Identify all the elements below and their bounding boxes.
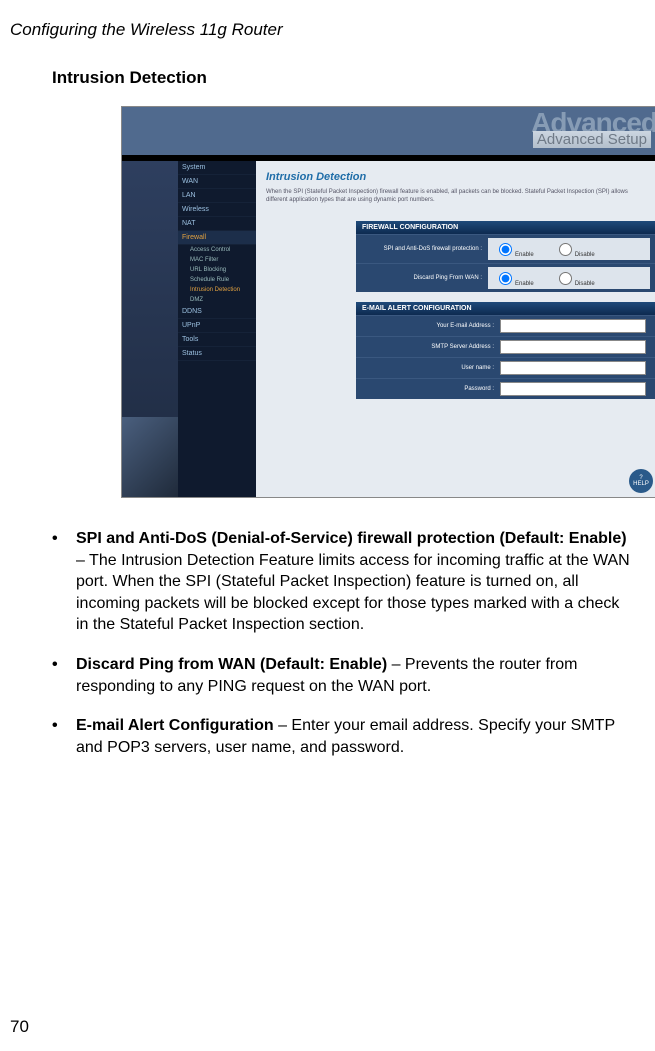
radio-icon[interactable] <box>559 243 572 256</box>
router-admin-screenshot: Advanced Advanced Setup System WAN LAN W… <box>121 106 655 498</box>
email-address-label: Your E-mail Address : <box>362 323 500 329</box>
radio-icon[interactable] <box>499 243 512 256</box>
email-address-input[interactable] <box>500 319 646 333</box>
sidebar-sub-access-control[interactable]: Access Control <box>178 245 256 255</box>
sidebar-sub-schedule-rule[interactable]: Schedule Rule <box>178 275 256 285</box>
sidebar-item-upnp[interactable]: UPnP <box>178 319 256 333</box>
spi-row: SPI and Anti-DoS firewall protection : E… <box>356 234 655 263</box>
username-row: User name : <box>356 357 655 378</box>
sidebar-item-status[interactable]: Status <box>178 347 256 361</box>
smtp-input[interactable] <box>500 340 646 354</box>
discard-ping-label: Discard Ping From WAN : <box>362 275 488 281</box>
bullet-3-bold: E-mail Alert Configuration <box>76 717 274 734</box>
bullet-icon: • <box>52 715 76 758</box>
spi-radio-group: Enable Disable <box>488 238 650 260</box>
ping-disable-radio[interactable]: Disable <box>554 269 595 287</box>
decorative-photo <box>122 417 178 497</box>
advanced-setup-label: Advanced Setup <box>533 131 651 148</box>
bullet-2-text: Discard Ping from WAN (Default: Enable) … <box>76 654 632 697</box>
sidebar-item-ddns[interactable]: DDNS <box>178 305 256 319</box>
email-config-header: E-MAIL ALERT CONFIGURATION <box>356 302 655 315</box>
sidebar-sub-mac-filter[interactable]: MAC Filter <box>178 255 256 265</box>
sidebar-sub-dmz[interactable]: DMZ <box>178 295 256 305</box>
sidebar-nav: System WAN LAN Wireless NAT Firewall Acc… <box>178 161 256 497</box>
email-address-row: Your E-mail Address : <box>356 315 655 336</box>
sidebar-sub-url-blocking[interactable]: URL Blocking <box>178 265 256 275</box>
radio-icon[interactable] <box>559 272 572 285</box>
bullet-2: • Discard Ping from WAN (Default: Enable… <box>52 654 632 697</box>
bullet-1-bold: SPI and Anti-DoS (Denial-of-Service) fir… <box>76 530 627 547</box>
spacer <box>266 292 647 302</box>
email-config-block: E-MAIL ALERT CONFIGURATION Your E-mail A… <box>356 302 655 399</box>
sidebar-item-nat[interactable]: NAT <box>178 217 256 231</box>
discard-ping-row: Discard Ping From WAN : Enable Disable <box>356 263 655 292</box>
bullet-1-rest: – The Intrusion Detection Feature limits… <box>76 552 630 634</box>
bullet-3-text: E-mail Alert Configuration – Enter your … <box>76 715 632 758</box>
document-page: Configuring the Wireless 11g Router Intr… <box>0 0 655 1051</box>
running-header: Configuring the Wireless 11g Router <box>10 20 645 40</box>
sidebar-item-lan[interactable]: LAN <box>178 189 256 203</box>
spi-disable-radio[interactable]: Disable <box>554 240 595 258</box>
section-heading: Intrusion Detection <box>52 68 645 88</box>
password-input[interactable] <box>500 382 646 396</box>
sidebar-item-system[interactable]: System <box>178 161 256 175</box>
screenshot-banner: Advanced Advanced Setup <box>122 107 655 155</box>
page-number: 70 <box>10 1017 29 1037</box>
bullet-icon: • <box>52 528 76 636</box>
bullet-icon: • <box>52 654 76 697</box>
bullet-2-bold: Discard Ping from WAN (Default: Enable) <box>76 656 387 673</box>
password-row: Password : <box>356 378 655 399</box>
sidebar-item-firewall[interactable]: Firewall <box>178 231 256 245</box>
screenshot-main-panel: Intrusion Detection When the SPI (Statef… <box>256 161 655 497</box>
discard-ping-radio-group: Enable Disable <box>488 267 650 289</box>
sidebar-item-tools[interactable]: Tools <box>178 333 256 347</box>
smtp-row: SMTP Server Address : <box>356 336 655 357</box>
left-gutter <box>122 161 178 497</box>
spi-label: SPI and Anti-DoS firewall protection : <box>362 246 488 252</box>
panel-title: Intrusion Detection <box>266 171 647 183</box>
password-label: Password : <box>362 386 500 392</box>
sidebar-sub-intrusion-detection[interactable]: Intrusion Detection <box>178 285 256 295</box>
spi-enable-radio[interactable]: Enable <box>494 240 534 258</box>
bullet-1: • SPI and Anti-DoS (Denial-of-Service) f… <box>52 528 632 636</box>
help-button[interactable]: ? HELP <box>629 469 653 493</box>
bullet-1-text: SPI and Anti-DoS (Denial-of-Service) fir… <box>76 528 632 636</box>
panel-description: When the SPI (Stateful Packet Inspection… <box>266 189 647 205</box>
sidebar-item-wan[interactable]: WAN <box>178 175 256 189</box>
firewall-config-header: FIREWALL CONFIGURATION <box>356 221 655 234</box>
firewall-config-block: FIREWALL CONFIGURATION SPI and Anti-DoS … <box>356 221 655 292</box>
bullet-3: • E-mail Alert Configuration – Enter you… <box>52 715 632 758</box>
smtp-label: SMTP Server Address : <box>362 344 500 350</box>
username-label: User name : <box>362 365 500 371</box>
radio-icon[interactable] <box>499 272 512 285</box>
body-text: • SPI and Anti-DoS (Denial-of-Service) f… <box>52 528 632 758</box>
sidebar-item-wireless[interactable]: Wireless <box>178 203 256 217</box>
ping-enable-radio[interactable]: Enable <box>494 269 534 287</box>
username-input[interactable] <box>500 361 646 375</box>
